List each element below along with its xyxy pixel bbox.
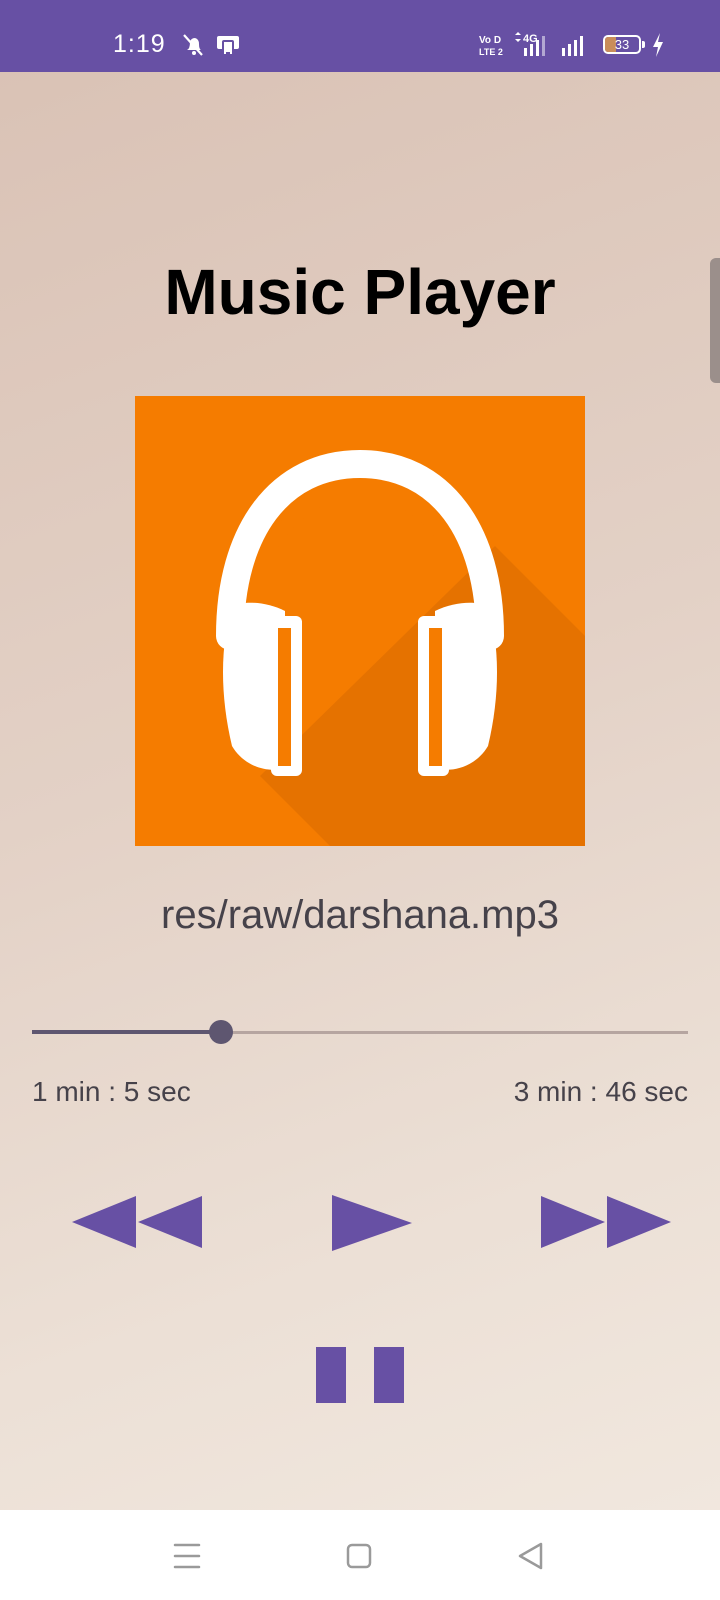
- screen-mirror-icon: [217, 36, 239, 56]
- mobile-data-icon: 4G: [515, 32, 545, 56]
- menu-icon: [173, 1543, 201, 1569]
- battery-level-label: 33: [614, 37, 630, 52]
- elapsed-time: 1 min : 5 sec: [32, 1076, 191, 1107]
- menu-button[interactable]: [157, 1530, 217, 1580]
- fast-forward-icon: [541, 1196, 671, 1248]
- system-navigation-bar: [0, 1510, 720, 1600]
- track-file-path: res/raw/darshana.mp3: [161, 893, 559, 937]
- seek-progress: [32, 1030, 221, 1034]
- total-time: 3 min : 46 sec: [513, 1076, 688, 1107]
- rewind-icon: [72, 1196, 202, 1248]
- battery-icon: 33: [603, 35, 641, 54]
- pause-icon: [316, 1347, 404, 1403]
- headphones-icon: [216, 449, 585, 846]
- rewind-button[interactable]: [72, 1196, 206, 1248]
- seek-thumb[interactable]: [209, 1020, 233, 1044]
- status-bar: 1:19 Vo D LTE 2 4G 33: [0, 0, 720, 72]
- charging-bolt-icon: [653, 33, 663, 57]
- network-type-label: 4G: [523, 33, 538, 45]
- page-title: Music Player: [164, 256, 556, 328]
- home-button[interactable]: [329, 1530, 389, 1580]
- volte-label: Vo D: [479, 35, 501, 46]
- notification-muted-icon: [183, 34, 203, 56]
- play-icon: [332, 1195, 412, 1251]
- seek-bar[interactable]: [32, 1012, 688, 1052]
- pause-button[interactable]: [314, 1346, 406, 1404]
- back-icon: [518, 1542, 543, 1570]
- fast-forward-button[interactable]: [539, 1196, 673, 1248]
- home-icon: [346, 1543, 372, 1569]
- album-art: [135, 396, 585, 846]
- back-button[interactable]: [501, 1530, 561, 1580]
- battery-tip: [642, 41, 645, 48]
- play-button[interactable]: [330, 1194, 414, 1252]
- svg-text:LTE 2: LTE 2: [479, 47, 503, 57]
- signal-strength-icon: [562, 36, 583, 56]
- volte-icon: Vo D LTE 2: [479, 35, 503, 57]
- status-time: 1:19: [113, 30, 166, 58]
